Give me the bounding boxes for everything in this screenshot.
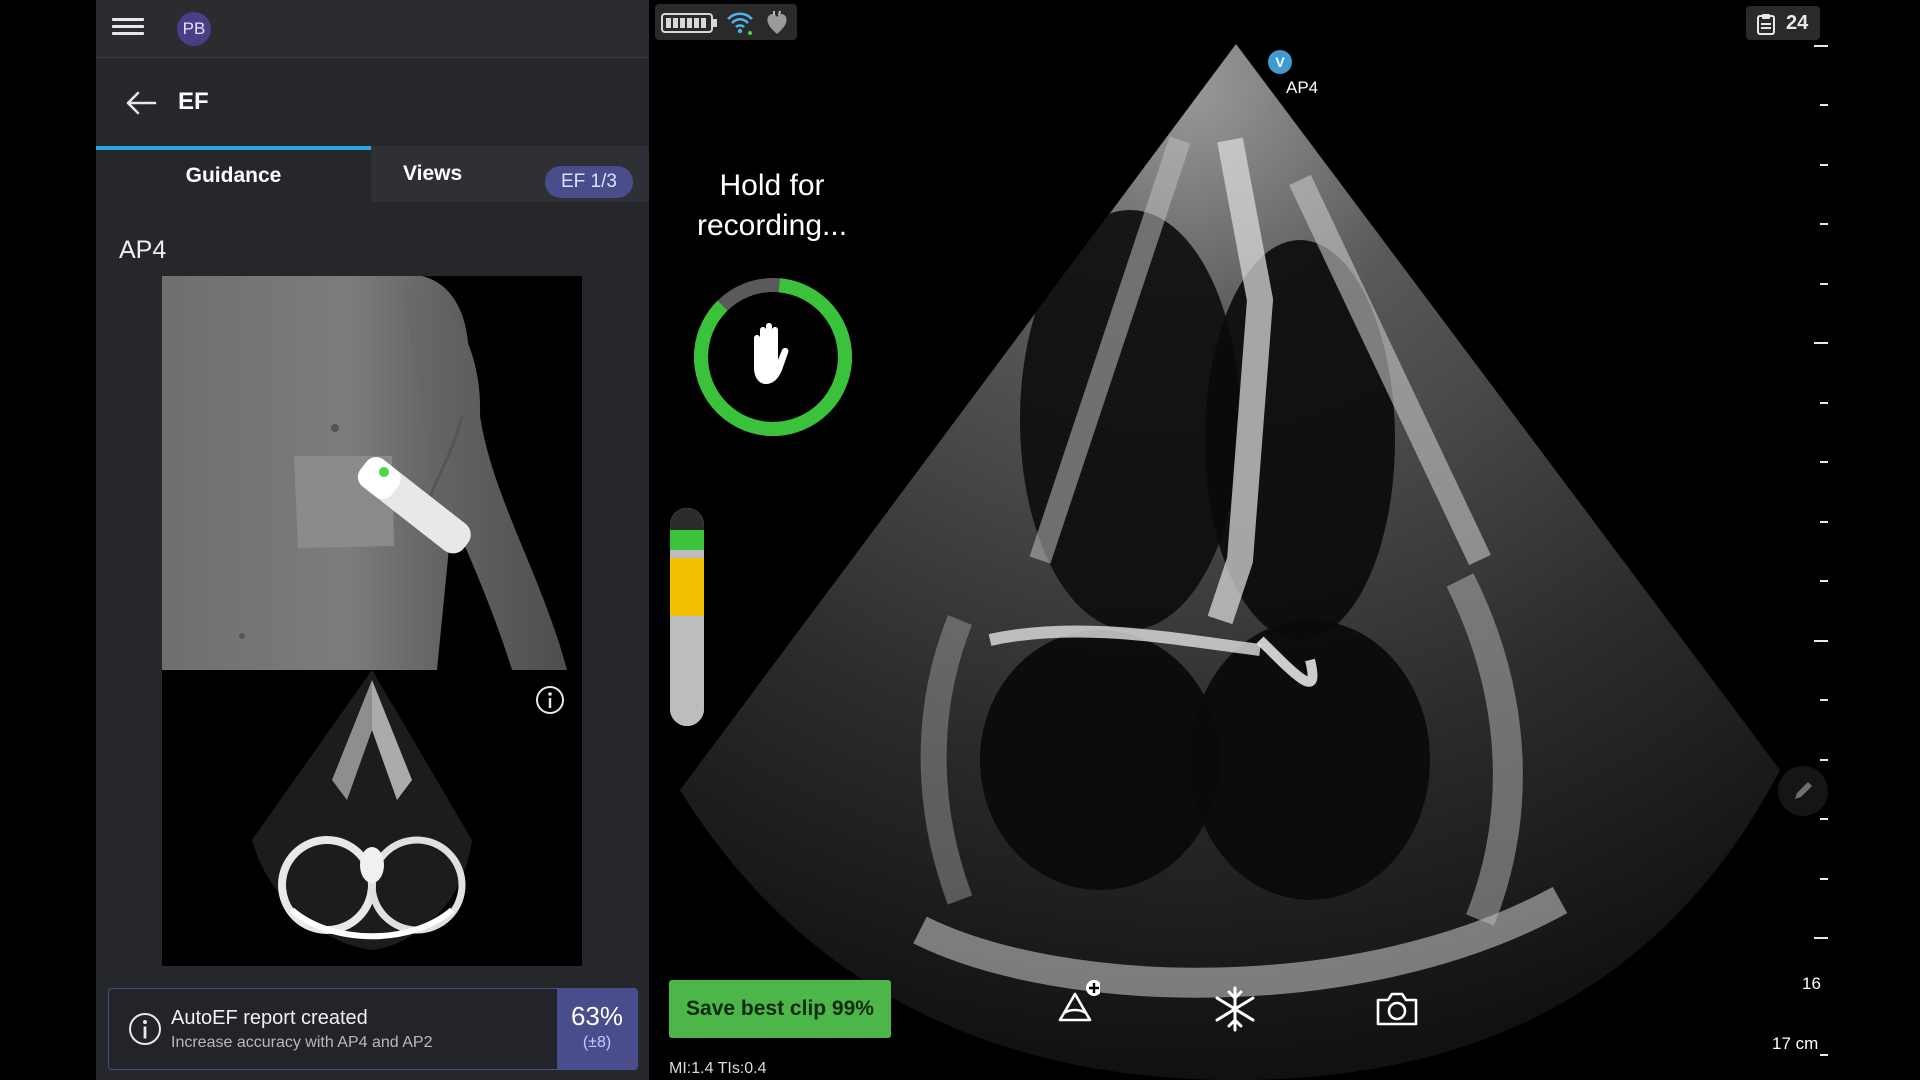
ef-confidence: (±8) xyxy=(582,1034,612,1051)
hamburger-menu-icon[interactable] xyxy=(112,14,144,44)
tab-views-label: Views xyxy=(403,162,463,185)
ef-percent: 63% xyxy=(570,1001,624,1031)
header-row: EF xyxy=(96,58,649,148)
view-label: AP4 xyxy=(119,236,167,264)
quality-green-segment xyxy=(670,530,704,550)
tab-guidance[interactable]: Guidance xyxy=(96,146,371,202)
image-quality-meter xyxy=(670,508,704,726)
depth-total: 17 cm xyxy=(1772,1034,1819,1053)
top-bar: PB xyxy=(96,0,649,58)
view-tag: AP4 xyxy=(1286,78,1319,97)
ef-result: 63% (±8) xyxy=(557,989,637,1069)
clipboard-icon xyxy=(1757,14,1775,35)
annotate-button[interactable] xyxy=(1778,766,1828,816)
wifi-icon xyxy=(727,12,753,35)
pencil-icon xyxy=(1795,782,1812,799)
mi-tis-readout: MI:1.4 TIs:0.4 xyxy=(669,1060,767,1077)
heart-icon xyxy=(767,10,787,34)
page-title: EF xyxy=(178,88,209,115)
depth-ruler xyxy=(1814,45,1828,1056)
back-arrow-icon[interactable] xyxy=(124,88,158,118)
info-icon[interactable] xyxy=(534,684,566,716)
reference-echo-thumbnail xyxy=(162,670,582,966)
app-root: PB EF Guidance Views EF 1/3 AP4 AutoEF r… xyxy=(0,0,1920,1080)
avatar[interactable]: PB xyxy=(177,12,211,46)
save-best-clip-button[interactable]: Save best clip 99% xyxy=(669,980,891,1038)
recording-progress-ring xyxy=(694,278,852,436)
status-bar xyxy=(655,4,797,40)
saved-clips-counter[interactable]: 24 xyxy=(1746,6,1820,40)
camera-icon[interactable] xyxy=(1372,984,1422,1034)
tab-bar: Guidance Views EF 1/3 xyxy=(96,146,649,202)
ultrasound-image[interactable] xyxy=(660,0,1920,1080)
depth-marker: 16 xyxy=(1802,974,1821,993)
probe-preset-icon[interactable] xyxy=(1050,980,1100,1030)
clip-count-value: 24 xyxy=(1786,12,1809,34)
probe-orientation-marker: V xyxy=(1268,50,1292,74)
autoef-subtitle: Increase accuracy with AP4 and AP2 xyxy=(171,1034,433,1051)
autoef-report-card[interactable]: AutoEF report created Increase accuracy … xyxy=(108,988,638,1070)
quality-yellow-segment xyxy=(670,558,704,616)
freeze-snowflake-icon[interactable] xyxy=(1210,984,1260,1034)
battery-icon xyxy=(661,13,717,33)
info-icon xyxy=(129,1013,161,1045)
ef-progress-badge: EF 1/3 xyxy=(545,166,633,198)
probe-placement-illustration xyxy=(162,276,582,670)
hold-instruction: Hold for recording... xyxy=(696,169,848,242)
autoef-title: AutoEF report created xyxy=(171,1007,368,1029)
guidance-panel: PB EF Guidance Views EF 1/3 AP4 AutoEF r… xyxy=(96,0,649,1080)
